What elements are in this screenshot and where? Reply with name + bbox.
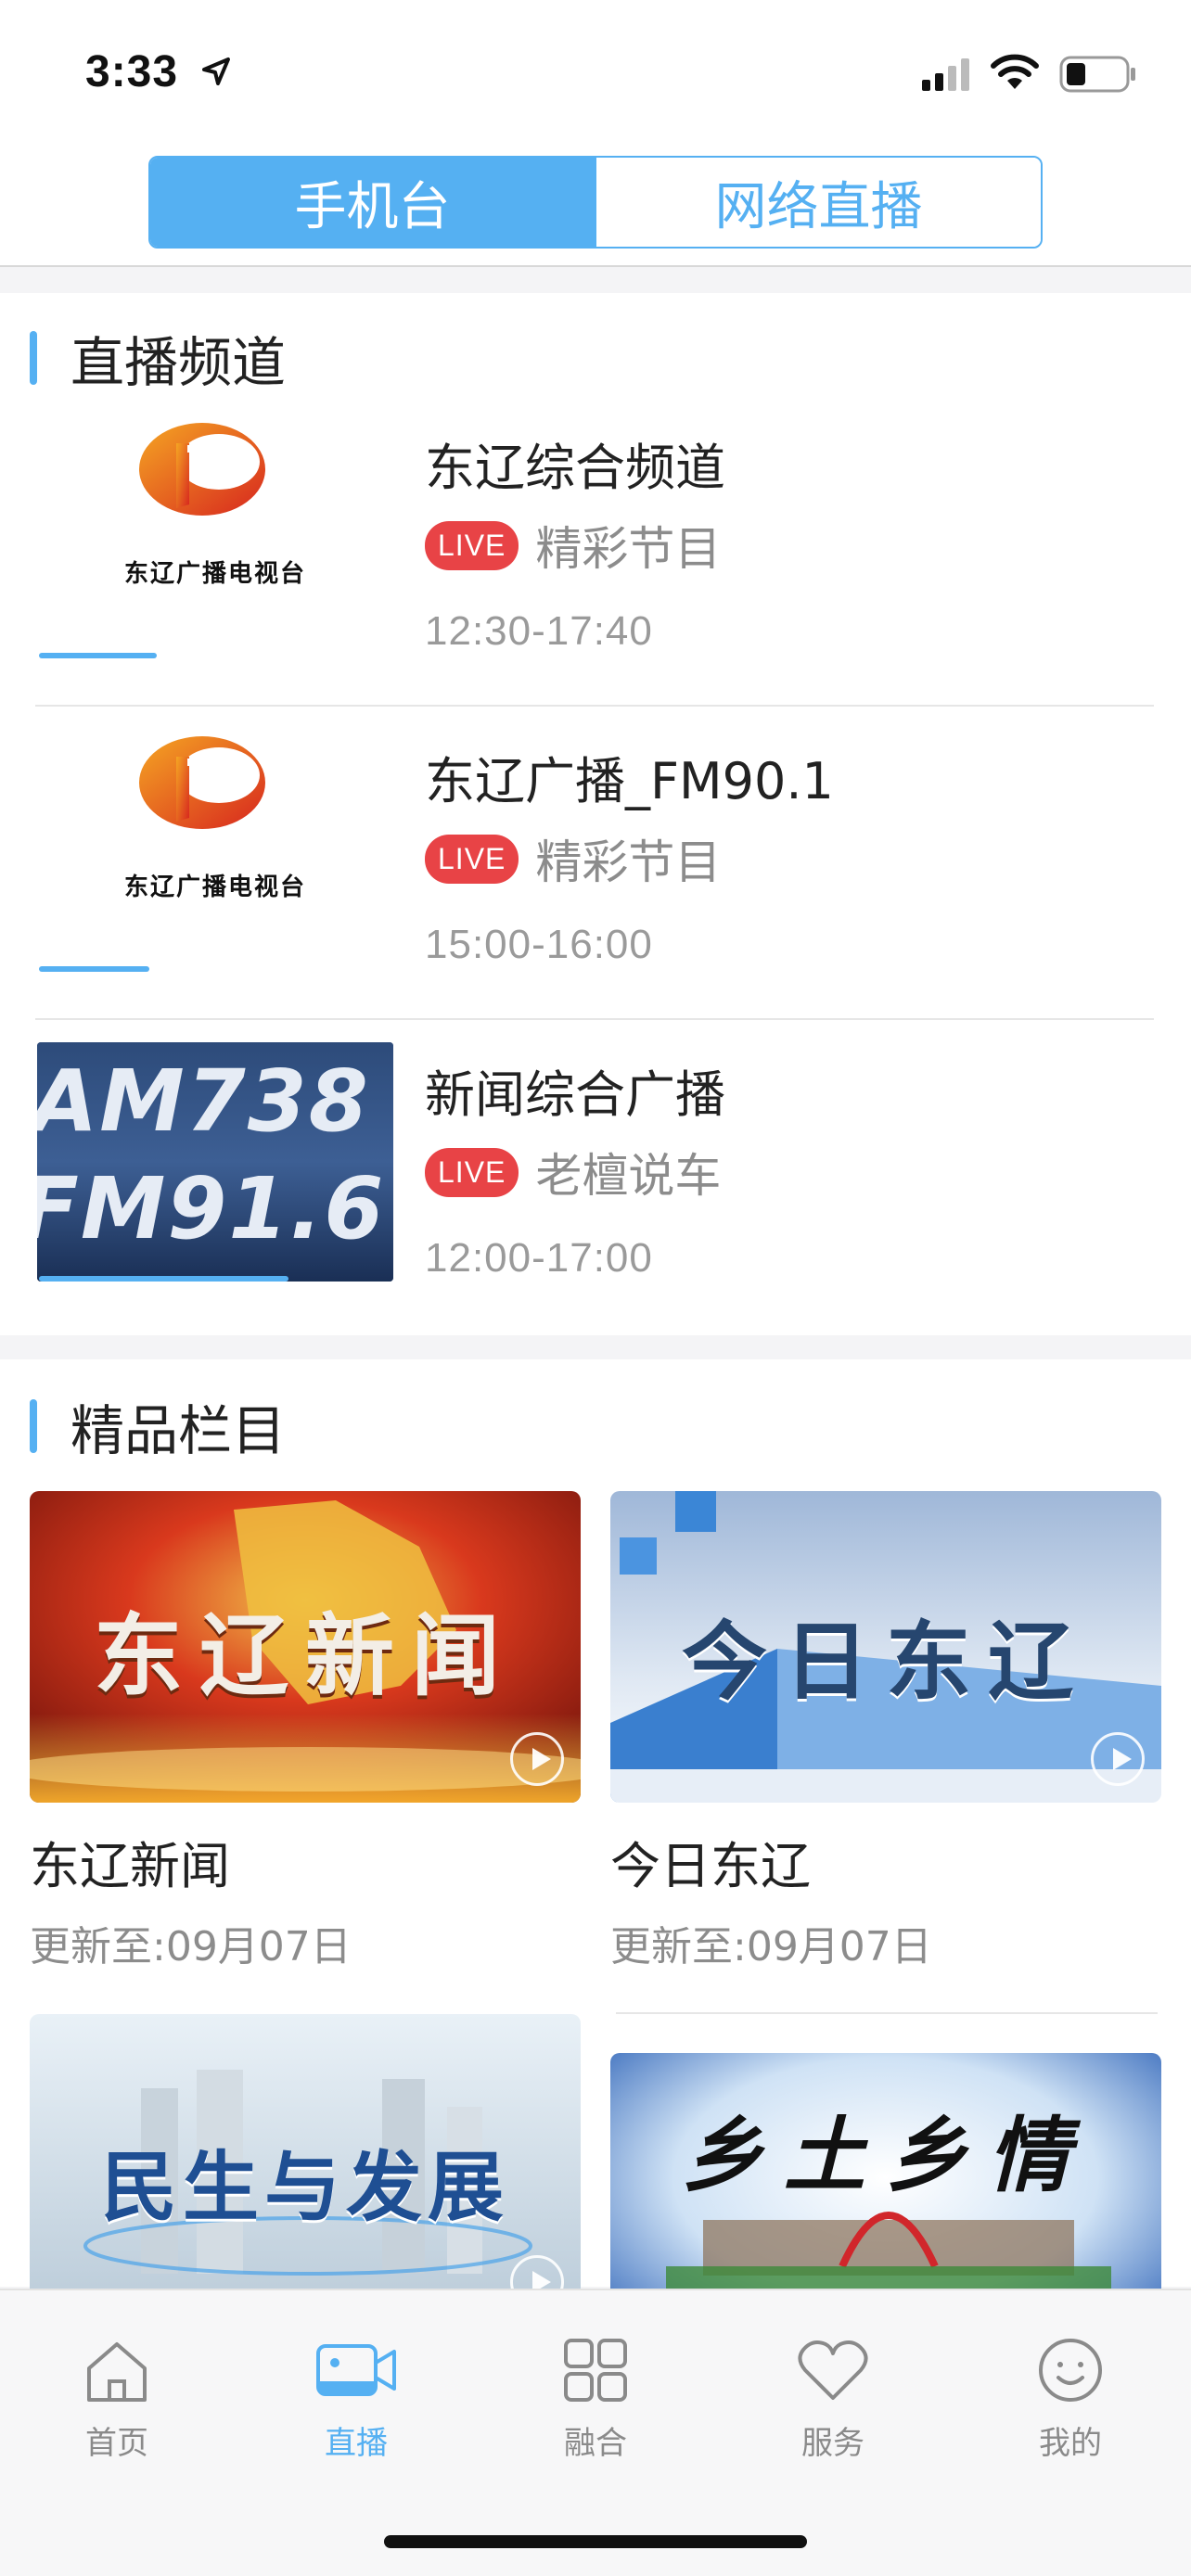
tab-live[interactable]: 直播 [282,2337,430,2463]
tab-home[interactable]: 首页 [43,2337,191,2463]
program-title: 东辽新闻 [30,1837,230,1895]
grid-icon [564,2339,627,2402]
wifi-icon [991,54,1039,89]
program-card[interactable]: 今日东辽 今日东辽 更新至:09月07日 [610,1491,1161,1972]
channel-row[interactable]: 东辽广播电视台 东辽综合频道 LIVE 精彩节目 12:30-17:40 [35,393,1154,707]
divider [616,2012,1158,2014]
channel-program: LIVE 老檀说车 [425,1139,721,1205]
tab-bar: 首页 直播 融合 服务 我的 [0,2289,1191,2576]
cover-title: 今日东辽 [681,1613,1090,1712]
tab-web-live[interactable]: 网络直播 [595,158,1041,247]
program-update-date: 更新至:09月07日 [610,1923,932,1970]
home-icon [87,2342,147,2402]
program-card[interactable]: 乡土乡情 [610,2012,1161,2365]
progress-bar [39,1276,288,1282]
channel-thumbnail[interactable]: 东辽广播电视台 [37,415,393,658]
cover-title: 民生与发展 [100,2144,509,2232]
channel-name: 新闻综合广播 [425,1065,725,1124]
program-name: 老檀说车 [535,1149,722,1203]
program-name: 精彩节目 [535,835,722,889]
frequency-line-am: AM738 [37,1052,370,1151]
status-bar: 3:33 [0,0,1191,139]
smiley-icon [1039,2339,1102,2402]
play-icon[interactable] [510,1732,564,1786]
program-time: 12:30-17:40 [425,608,653,654]
section-title: 直播频道 [30,328,286,394]
home-indicator[interactable] [384,2535,807,2548]
section-title: 精品栏目 [30,1396,286,1462]
channel-program: LIVE 精彩节目 [425,512,721,579]
program-card[interactable]: 东辽新闻 东辽新闻 更新至:09月07日 [30,1491,581,1972]
program-title: 今日东辽 [610,1837,811,1895]
play-icon[interactable] [1091,1732,1145,1786]
cover-title: 东辽新闻 [94,1604,517,1708]
section-title-text: 直播频道 [70,331,287,394]
location-arrow-icon [202,57,230,85]
segmented-control: 手机台 网络直播 [148,156,1043,249]
program-cover[interactable]: 今日东辽 [610,1491,1161,1803]
tab-label: 我的 [1039,2425,1102,2462]
tab-label: 首页 [85,2425,148,2462]
screen: 3:33 手机台 网络直播 直播频道 东辽广播电视台 东辽综合频道 LIVE 精… [0,0,1191,2576]
channel-thumbnail[interactable]: AM738 FM91.6 [37,1042,393,1282]
live-badge: LIVE [425,1147,519,1197]
channel-name: 东辽广播_FM90.1 [425,752,834,810]
program-cover[interactable]: 民生与发展 [30,2014,581,2326]
section-accent-bar [30,1399,37,1453]
camera-icon [316,2344,396,2396]
heart-icon [798,2340,868,2400]
program-name: 精彩节目 [535,522,722,576]
program-cover[interactable]: 东辽新闻 [30,1491,581,1803]
progress-bar [39,966,149,972]
section-accent-bar [30,331,37,385]
tab-fusion[interactable]: 融合 [521,2337,670,2463]
tab-label: 服务 [801,2425,864,2462]
tab-label: 融合 [564,2425,627,2462]
battery-icon [1059,56,1135,93]
tab-mine[interactable]: 我的 [996,2337,1145,2463]
tab-label: 直播 [325,2425,388,2462]
program-time: 12:00-17:00 [425,1235,653,1281]
channel-program: LIVE 精彩节目 [425,825,721,892]
channel-thumbnail[interactable]: 东辽广播电视台 [37,729,393,972]
station-logo-label: 东辽广播电视台 [123,560,306,588]
program-card[interactable]: 民生与发展 [30,2014,581,2326]
tab-mobile-tv[interactable]: 手机台 [150,158,595,247]
cover-title: 乡土乡情 [681,2107,1090,2203]
live-badge: LIVE [425,834,519,884]
cellular-signal-icon [922,58,969,91]
channel-row[interactable]: AM738 FM91.6 新闻综合广播 LIVE 老檀说车 12:00-17:0… [35,1020,1154,1317]
progress-bar [39,653,157,658]
channel-name: 东辽综合频道 [425,439,725,497]
tab-service[interactable]: 服务 [759,2337,907,2463]
program-update-date: 更新至:09月07日 [30,1923,352,1970]
featured-section: 精品栏目 东辽新闻 东辽新闻 更新至:09月07日 今日东辽 今日东辽 更新至:… [0,1359,1191,2365]
frequency-line-fm: FM91.6 [37,1159,386,1258]
live-channel-section: 直播频道 东辽广播电视台 东辽综合频道 LIVE 精彩节目 12:30-17:4… [0,293,1191,1335]
header: 手机台 网络直播 [0,139,1191,267]
section-title-text: 精品栏目 [70,1399,287,1462]
program-time: 15:00-16:00 [425,922,653,967]
station-logo-icon [139,423,265,516]
live-badge: LIVE [425,520,519,570]
station-logo-icon [139,736,265,829]
status-time: 3:33 [85,47,179,96]
station-logo-label: 东辽广播电视台 [123,874,306,901]
channel-row[interactable]: 东辽广播电视台 东辽广播_FM90.1 LIVE 精彩节目 15:00-16:0… [35,707,1154,1020]
